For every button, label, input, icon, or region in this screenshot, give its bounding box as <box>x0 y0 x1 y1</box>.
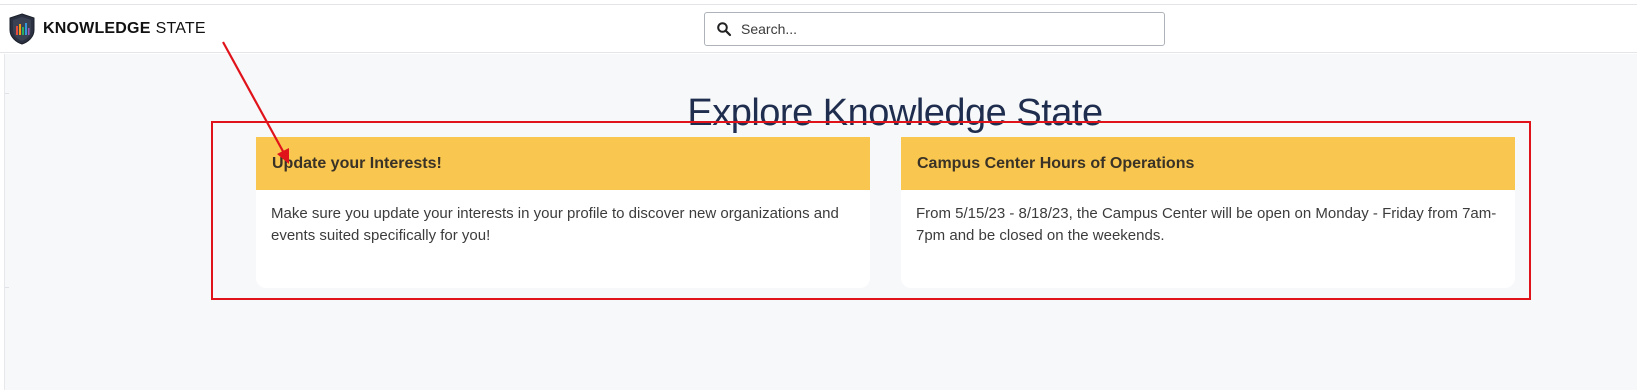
card-body: Make sure you update your interests in y… <box>271 205 839 244</box>
search-box[interactable] <box>704 12 1165 46</box>
search-icon <box>717 22 732 37</box>
card-header: Campus Center Hours of Operations <box>901 137 1515 190</box>
card-title: Campus Center Hours of Operations <box>917 154 1195 172</box>
brand-name-regular: STATE <box>155 20 206 37</box>
top-navigation-bar: KNOWLEDGE STATE <box>0 4 1637 53</box>
announcement-card: Update your Interests! Make sure you upd… <box>256 137 870 288</box>
brand-name-bold: KNOWLEDGE <box>43 20 151 37</box>
card-header: Update your Interests! <box>256 137 870 190</box>
left-rail-divider <box>5 287 9 288</box>
card-title: Update your Interests! <box>272 154 442 172</box>
shield-logo-icon <box>9 13 35 45</box>
brand-name: KNOWLEDGE STATE <box>43 20 206 38</box>
brand-logo-link[interactable]: KNOWLEDGE STATE <box>9 12 206 46</box>
card-body: From 5/15/23 - 8/18/23, the Campus Cente… <box>916 205 1497 244</box>
announcement-card: Campus Center Hours of Operations From 5… <box>901 137 1515 288</box>
search-input[interactable] <box>741 15 1141 43</box>
page: KNOWLEDGESTATE Explore Knowledge State U… <box>0 0 1637 390</box>
